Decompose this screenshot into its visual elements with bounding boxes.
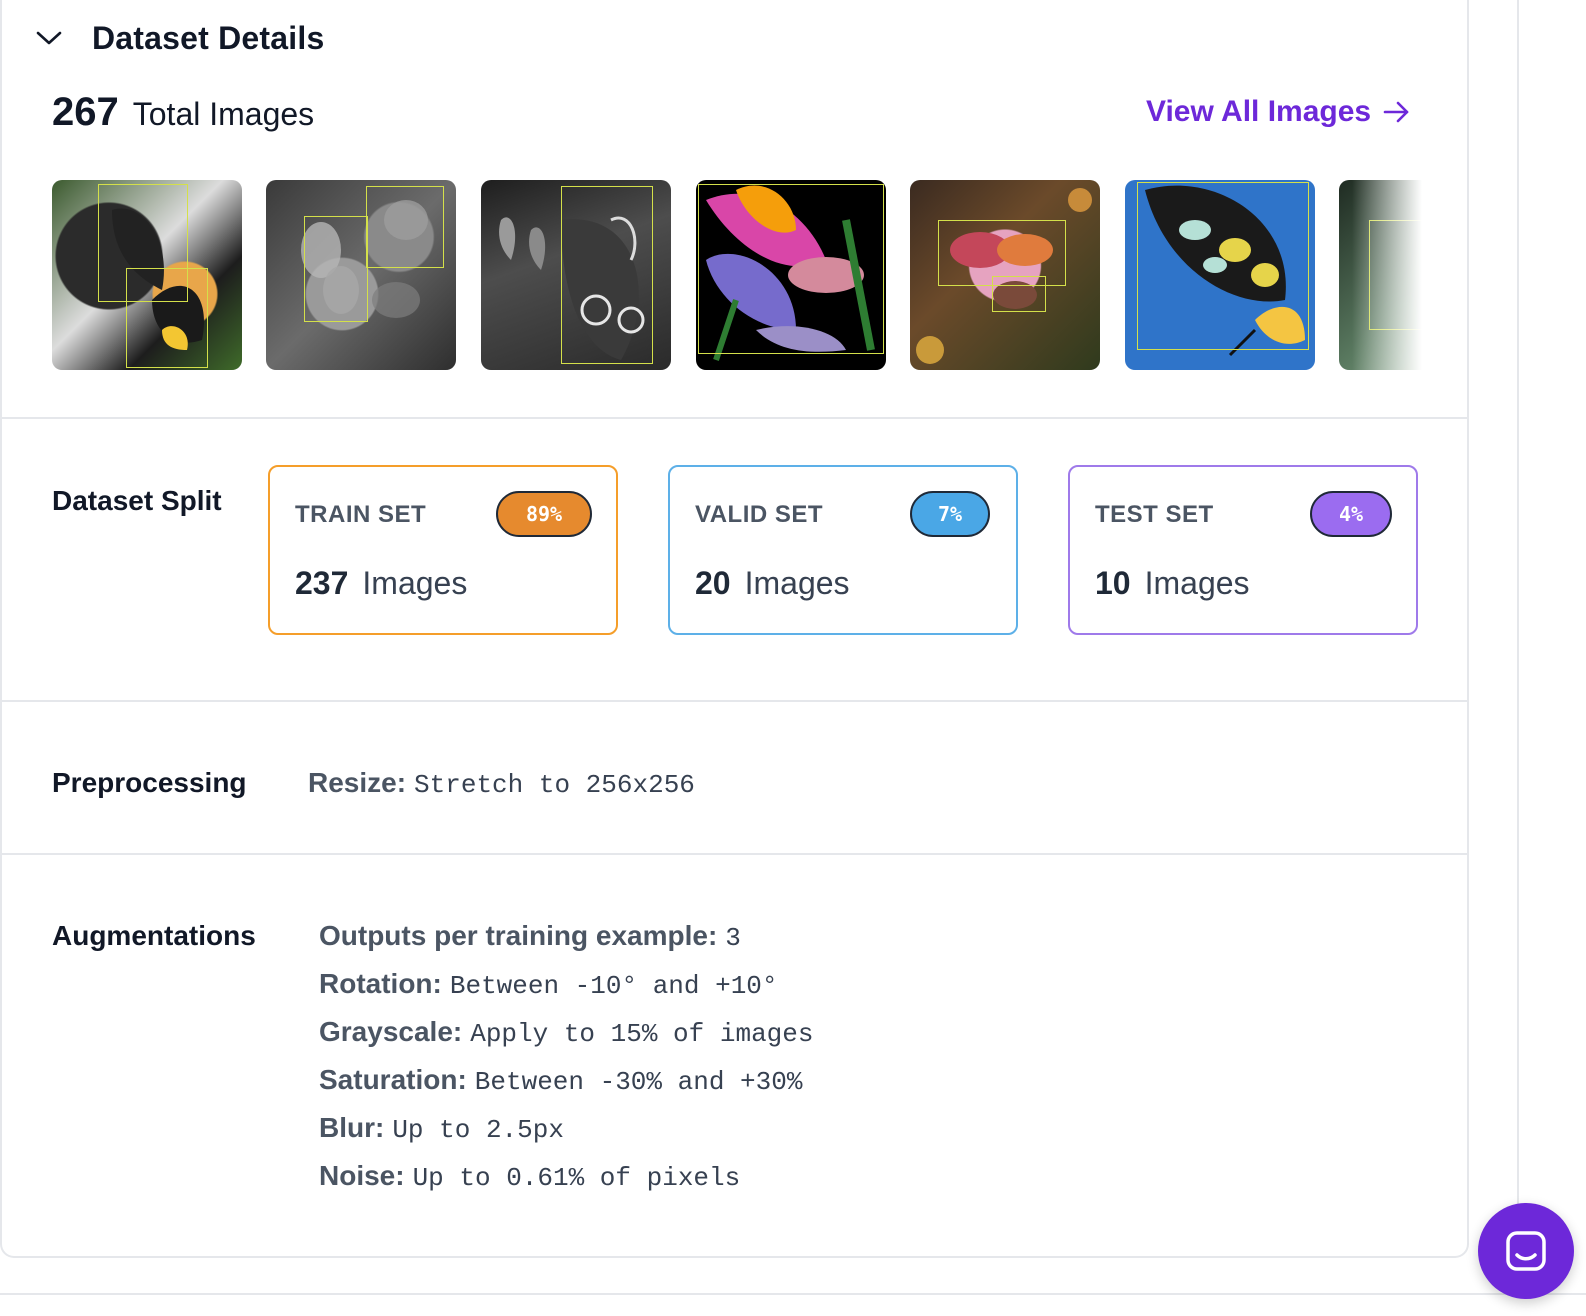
- bounding-box: [304, 216, 368, 322]
- train-set-count-unit: Images: [362, 565, 468, 601]
- view-all-images-label: View All Images: [1146, 95, 1372, 128]
- panel-title: Dataset Details: [92, 20, 325, 56]
- train-set-card: TRAIN SET 89% 237 Images: [268, 465, 618, 635]
- test-set-count: 10 Images: [1095, 565, 1250, 602]
- augmentation-value: Between -10° and +10°: [449, 971, 778, 1001]
- chat-launcher-button[interactable]: [1478, 1203, 1574, 1299]
- preprocessing-value: Stretch to 256x256: [414, 770, 695, 800]
- total-images-count: 267: [52, 90, 119, 134]
- chat-icon: [1506, 1231, 1546, 1271]
- augmentation-blur: Blur: Up to 2.5px: [319, 1112, 564, 1145]
- augmentation-key: Noise:: [319, 1160, 405, 1191]
- bounding-box: [366, 186, 444, 268]
- augmentation-value: 3: [725, 923, 741, 953]
- augmentation-saturation: Saturation: Between -30% and +30%: [319, 1064, 802, 1097]
- bottom-divider: [0, 1293, 1586, 1295]
- arrow-right-icon: [1383, 101, 1409, 123]
- test-set-count-number: 10: [1095, 565, 1131, 601]
- bounding-box: [126, 268, 208, 368]
- train-set-count-number: 237: [295, 565, 349, 601]
- section-divider: [2, 417, 1467, 419]
- augmentation-key: Outputs per training example:: [319, 920, 718, 951]
- bounding-box: [698, 184, 884, 354]
- train-set-name: TRAIN SET: [295, 501, 427, 528]
- augmentation-outputs: Outputs per training example: 3: [319, 920, 741, 953]
- page: Dataset Details 267 Total Images View Al…: [0, 0, 1586, 1316]
- test-set-name: TEST SET: [1095, 501, 1214, 528]
- augmentation-value: Up to 2.5px: [392, 1115, 564, 1145]
- augmentation-key: Saturation:: [319, 1064, 467, 1095]
- augmentation-key: Grayscale:: [319, 1016, 463, 1047]
- valid-set-count-unit: Images: [744, 565, 850, 601]
- chevron-down-icon[interactable]: [36, 30, 62, 46]
- augmentation-value: Apply to 15% of images: [470, 1019, 814, 1049]
- train-set-count: 237 Images: [295, 565, 467, 602]
- section-divider: [2, 700, 1467, 702]
- thumbnail-1[interactable]: [52, 180, 242, 370]
- valid-set-name: VALID SET: [695, 501, 824, 528]
- section-divider: [2, 853, 1467, 855]
- augmentation-grayscale: Grayscale: Apply to 15% of images: [319, 1016, 813, 1049]
- thumbnail-3[interactable]: [481, 180, 671, 370]
- valid-set-card: VALID SET 7% 20 Images: [668, 465, 1018, 635]
- panel-header[interactable]: Dataset Details: [2, 0, 1467, 60]
- bounding-box: [1369, 220, 1422, 330]
- total-images: 267 Total Images: [52, 90, 314, 135]
- augmentation-key: Blur:: [319, 1112, 385, 1143]
- augmentation-value: Between -30% and +30%: [474, 1067, 803, 1097]
- augmentation-rotation: Rotation: Between -10° and +10°: [319, 968, 778, 1001]
- valid-set-percent-badge: 7%: [910, 491, 990, 537]
- dataset-details-panel: Dataset Details 267 Total Images View Al…: [0, 0, 1469, 1258]
- bounding-box: [1137, 182, 1309, 350]
- augmentation-value: Up to 0.61% of pixels: [412, 1163, 741, 1193]
- thumbnail-strip: [52, 180, 1422, 370]
- bounding-box: [561, 186, 653, 364]
- preprocessing-resize: Resize: Stretch to 256x256: [308, 767, 695, 800]
- augmentation-noise: Noise: Up to 0.61% of pixels: [319, 1160, 740, 1193]
- dataset-split-label: Dataset Split: [52, 485, 222, 516]
- augmentations-label: Augmentations: [52, 920, 256, 951]
- test-set-percent-badge: 4%: [1310, 491, 1392, 537]
- preprocessing-key: Resize:: [308, 767, 407, 798]
- total-images-label: Total Images: [132, 96, 315, 132]
- thumbnail-4[interactable]: [696, 180, 886, 370]
- valid-set-count-number: 20: [695, 565, 731, 601]
- thumbnail-5[interactable]: [910, 180, 1100, 370]
- view-all-images-link[interactable]: View All Images: [1146, 95, 1411, 129]
- valid-set-count: 20 Images: [695, 565, 850, 602]
- preprocessing-label: Preprocessing: [52, 767, 247, 798]
- right-divider: [1517, 0, 1519, 1296]
- train-set-percent-badge: 89%: [496, 491, 592, 537]
- augmentation-key: Rotation:: [319, 968, 442, 999]
- thumbnail-2[interactable]: [266, 180, 456, 370]
- thumbnail-7[interactable]: [1339, 180, 1422, 370]
- test-set-count-unit: Images: [1144, 565, 1250, 601]
- thumbnail-6[interactable]: [1125, 180, 1315, 370]
- bounding-box: [992, 276, 1046, 312]
- test-set-card: TEST SET 4% 10 Images: [1068, 465, 1418, 635]
